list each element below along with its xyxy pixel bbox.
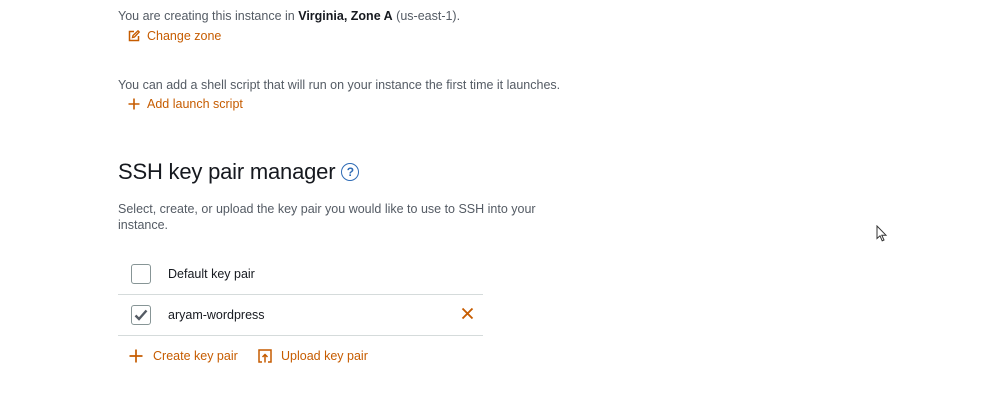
help-icon[interactable]: ?: [341, 163, 360, 181]
location-prefix: You are creating this instance in: [118, 9, 299, 23]
location-suffix: (us-east-1).: [392, 9, 461, 23]
edit-icon: [128, 30, 140, 42]
change-zone-label: Change zone: [147, 29, 222, 43]
checkbox-checked[interactable]: [131, 305, 151, 325]
plus-icon: [129, 349, 143, 363]
ssh-title-text: SSH key pair manager: [118, 159, 336, 184]
key-pair-row-selected[interactable]: aryam-wordpress: [118, 295, 483, 336]
launch-script-description: You can add a shell script that will run…: [118, 78, 561, 92]
mouse-cursor-icon: [876, 225, 888, 242]
add-launch-script-label: Add launch script: [147, 97, 243, 111]
create-key-pair-label: Create key pair: [153, 349, 238, 363]
ssh-description: Select, create, or upload the key pair y…: [118, 201, 536, 233]
upload-icon: [258, 349, 272, 363]
change-zone-link[interactable]: Change zone: [128, 29, 221, 43]
instance-location-text: You are creating this instance in Virgin…: [118, 9, 460, 23]
key-pair-label: Default key pair: [168, 267, 255, 281]
checkmark-icon: [134, 309, 148, 321]
key-pair-label: aryam-wordpress: [168, 308, 265, 322]
ssh-section-title: SSH key pair manager?: [118, 159, 360, 185]
ssh-description-line1: Select, create, or upload the key pair y…: [118, 202, 536, 216]
remove-x-icon[interactable]: [461, 307, 474, 320]
key-pair-row-default[interactable]: Default key pair: [118, 254, 483, 295]
checkbox-unchecked[interactable]: [131, 264, 151, 284]
create-key-pair-link[interactable]: Create key pair: [129, 349, 238, 363]
ssh-description-line2: instance.: [118, 218, 169, 232]
add-launch-script-link[interactable]: Add launch script: [128, 97, 243, 111]
upload-key-pair-label: Upload key pair: [281, 349, 368, 363]
location-zone: Virginia, Zone A: [298, 9, 393, 23]
upload-key-pair-link[interactable]: Upload key pair: [258, 349, 368, 363]
plus-icon: [128, 98, 140, 110]
